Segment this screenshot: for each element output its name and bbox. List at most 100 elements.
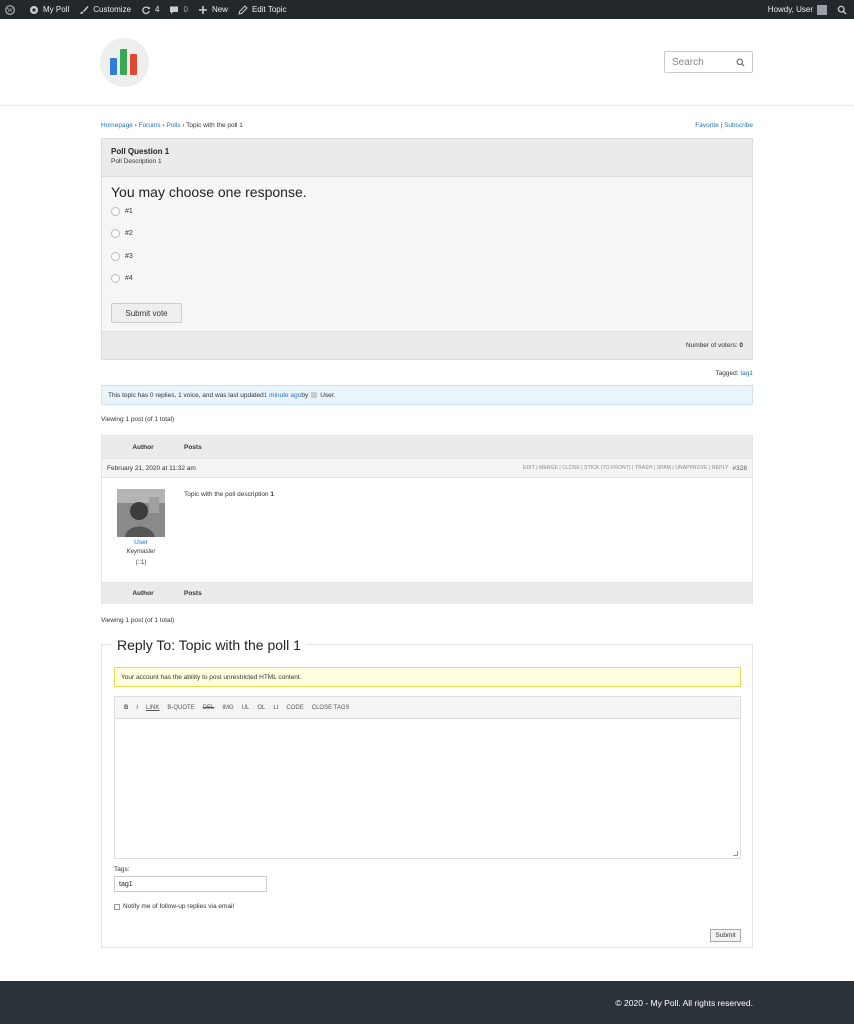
radio-button[interactable] [111, 229, 120, 238]
post-content: Topic with the poll description 1 [184, 491, 274, 498]
post-date: February 21, 2020 at 11:32 am [107, 464, 196, 472]
comment-icon [170, 6, 179, 14]
post-content-text: Topic with the poll description [184, 491, 271, 498]
notify-option[interactable]: Notify me of follow-up replies via email [114, 903, 234, 910]
table-header: Author Posts [102, 436, 752, 458]
quicktag-ul[interactable]: UL [242, 705, 250, 711]
bar-chart-logo-icon [110, 49, 137, 75]
tag-link[interactable]: tag1 [740, 370, 753, 377]
resize-handle[interactable] [733, 851, 738, 856]
author-avatar[interactable] [117, 489, 165, 537]
quicktag-li[interactable]: LI [273, 705, 278, 711]
user-photo-icon [117, 489, 165, 537]
topic-info-user[interactable]: User. [320, 392, 335, 399]
post-content-bold: 1 [270, 491, 274, 498]
quicktags-toolbar: B I LINK B-QUOTE DEL IMG UL OL LI CODE C… [115, 697, 740, 719]
topic-info-notice: This topic has 0 replies, 1 voice, and w… [101, 385, 753, 405]
site-header [0, 19, 854, 106]
quicktag-close-tags[interactable]: CLOSE TAGS [312, 705, 350, 711]
breadcrumb-home[interactable]: Homepage [101, 122, 133, 129]
voters-count: 0 [739, 342, 743, 349]
updates-icon [142, 5, 151, 14]
breadcrumb: Homepage › Forums › Polls › Topic with t… [101, 122, 243, 129]
search-input[interactable] [672, 56, 732, 68]
tags-field[interactable] [114, 876, 267, 892]
breadcrumb-current: Topic with the poll 1 [186, 122, 243, 129]
quicktag-code[interactable]: CODE [286, 705, 303, 711]
updates-link[interactable]: 4 [136, 0, 164, 19]
avatar [311, 392, 318, 398]
my-account-menu[interactable]: Howdy, User [763, 0, 832, 19]
quicktag-link[interactable]: LINK [146, 705, 159, 711]
freshness-link[interactable]: 1 minute ago [264, 392, 302, 399]
comments-count: 0 [183, 5, 188, 14]
plus-icon [198, 5, 207, 14]
pagination-count: Viewing 1 post (of 1 total) [101, 617, 175, 624]
comments-link[interactable]: 0 [164, 0, 192, 19]
howdy-text: Howdy, User [767, 5, 813, 14]
search-form [664, 51, 753, 73]
poll-option[interactable]: #4 [111, 274, 133, 283]
reply-editor: B I LINK B-QUOTE DEL IMG UL OL LI CODE C… [114, 696, 741, 859]
topic-actions: Favorite | Subscribe [695, 122, 753, 129]
table-footer: Author Posts [102, 582, 752, 604]
reply-title: Reply To: Topic with the poll 1 [112, 637, 306, 653]
poll-header: Poll Question 1 Poll Description 1 [102, 139, 752, 177]
wordpress-icon: W [5, 4, 15, 15]
author-role: Keymaster [126, 549, 156, 555]
reply-textarea[interactable] [115, 719, 740, 858]
poll-option[interactable]: #1 [111, 207, 133, 216]
col-author: Author [132, 590, 154, 597]
admin-bar: W My Poll Customize 4 0 New Edit Topic H… [0, 0, 854, 19]
notify-checkbox[interactable] [114, 903, 120, 910]
favorite-link[interactable]: Favorite [695, 122, 718, 129]
admin-search-toggle[interactable] [832, 0, 854, 19]
search-icon[interactable] [736, 58, 745, 67]
quicktag-ol[interactable]: OL [257, 705, 265, 711]
submit-reply-button[interactable]: Submit [710, 929, 741, 942]
quicktag-bold[interactable]: B [124, 705, 128, 711]
subscribe-link[interactable]: Subscribe [724, 122, 753, 129]
post-permalink[interactable]: #328 [733, 465, 747, 472]
submit-vote-button[interactable]: Submit vote [111, 303, 182, 323]
quicktag-img[interactable]: IMG [222, 705, 233, 711]
quicktag-del[interactable]: DEL [203, 705, 215, 711]
radio-button[interactable] [111, 274, 120, 283]
radio-button[interactable] [111, 252, 120, 261]
author-name[interactable]: User [102, 539, 180, 546]
poll-question: Poll Question 1 [111, 147, 170, 156]
topic-info-text: This topic has 0 replies, 1 voice, and w… [108, 391, 264, 399]
new-content-menu[interactable]: New [193, 0, 233, 19]
edit-topic-link[interactable]: Edit Topic [233, 0, 292, 19]
tagged-label: Tagged: [715, 370, 741, 377]
breadcrumb-polls[interactable]: Polls [166, 122, 180, 129]
quicktag-blockquote[interactable]: B-QUOTE [167, 705, 194, 711]
poll-description: Poll Description 1 [111, 158, 162, 165]
site-logo[interactable] [100, 38, 149, 87]
edit-topic-label: Edit Topic [251, 5, 287, 14]
pencil-icon [238, 4, 248, 15]
post-admin-links[interactable]: EDIT | MERGE | CLOSE | STICK (TO FRONT) … [523, 465, 729, 471]
posts-table: Author Posts February 21, 2020 at 11:32 … [101, 435, 753, 604]
tags-label: Tags: [114, 866, 130, 873]
new-label: New [211, 5, 228, 14]
radio-button[interactable] [111, 207, 120, 216]
site-name: My Poll [43, 5, 70, 14]
pagination-count: Viewing 1 post (of 1 total) [101, 416, 175, 423]
col-posts: Posts [184, 590, 202, 597]
poll-option[interactable]: #2 [111, 229, 133, 238]
paintbrush-icon [80, 5, 89, 14]
poll-box: Poll Question 1 Poll Description 1 You m… [101, 138, 753, 360]
quicktag-italic[interactable]: I [136, 705, 138, 711]
breadcrumb-forums[interactable]: Forums [139, 122, 161, 129]
customize-link[interactable]: Customize [74, 0, 136, 19]
poll-option-label: #1 [125, 208, 133, 215]
customize-label: Customize [93, 5, 132, 14]
html-notice: Your account has the ability to post unr… [114, 667, 741, 687]
search-icon [837, 5, 847, 14]
poll-option[interactable]: #3 [111, 252, 133, 261]
col-author: Author [132, 443, 154, 451]
voters-label: Number of voters: [685, 342, 738, 349]
wordpress-logo-menu[interactable]: W [0, 0, 24, 19]
site-name-menu[interactable]: My Poll [24, 0, 74, 19]
